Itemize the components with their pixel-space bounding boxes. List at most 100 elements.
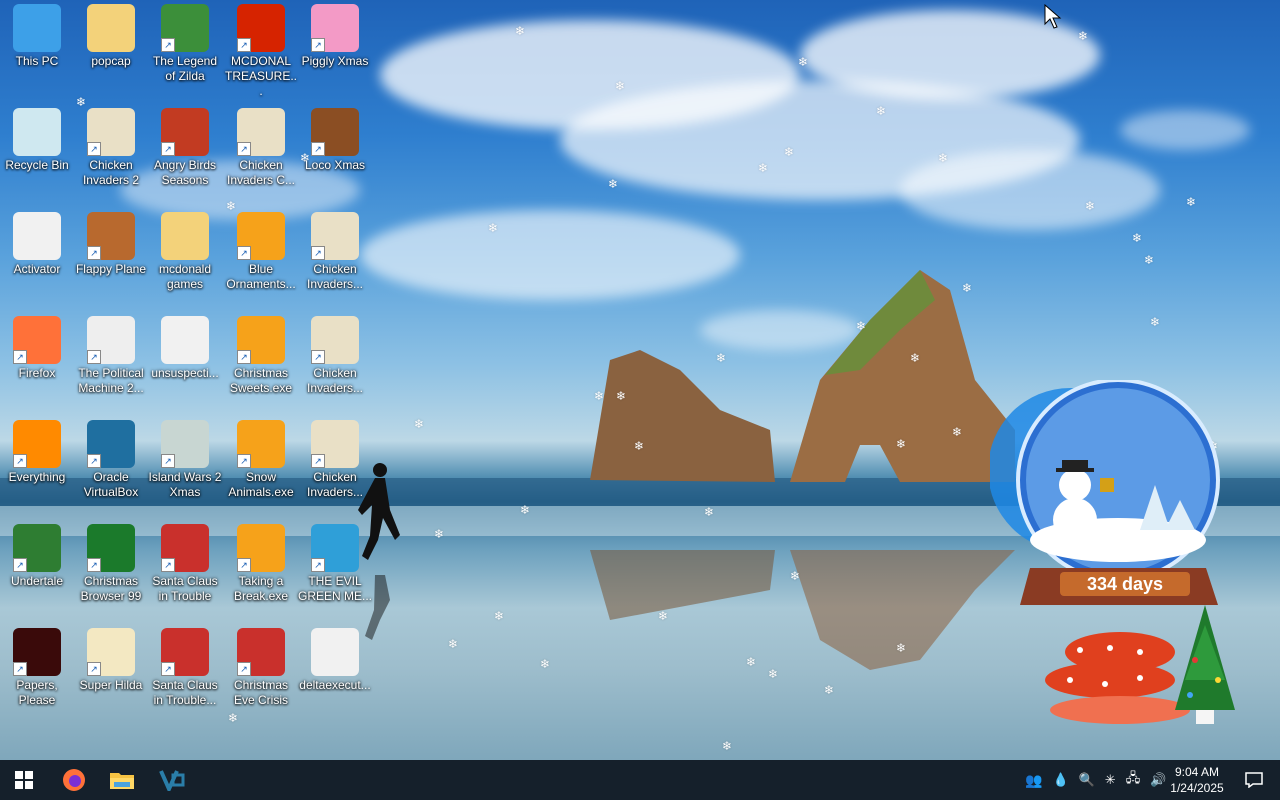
taskbar-clock[interactable]: 9:04 AM 1/24/2025 xyxy=(1166,764,1228,796)
desktop-icon[interactable]: ↗ Christmas Browser 99 xyxy=(74,524,148,604)
desktop-icon[interactable]: Activator xyxy=(0,212,74,277)
water-drop-icon[interactable]: 💧 xyxy=(1052,772,1068,788)
start-button[interactable] xyxy=(0,760,48,800)
shortcut-arrow-icon: ↗ xyxy=(237,38,251,52)
undertale-icon: ↗ xyxy=(13,524,61,572)
desktop-icon[interactable]: ↗ Chicken Invaders... xyxy=(298,212,372,292)
desktop-icon[interactable]: ↗ Chicken Invaders C... xyxy=(224,108,298,188)
desktop-icon[interactable]: unsuspecti... xyxy=(148,316,222,381)
desktop-icon-label: Super Hilda xyxy=(79,678,143,692)
shortcut-arrow-icon: ↗ xyxy=(161,558,175,572)
desktop-icon[interactable]: This PC xyxy=(0,4,74,69)
desktop-icon[interactable]: deltaexecut... xyxy=(298,628,372,693)
virtualbox-icon xyxy=(159,770,185,791)
desktop-icon[interactable]: ↗ Flappy Plane xyxy=(74,212,148,277)
days-counter: 334 days xyxy=(1087,574,1163,594)
shortcut-arrow-icon: ↗ xyxy=(13,350,27,364)
desktop-icon-label: Santa Claus in Trouble xyxy=(152,574,218,603)
desktop-icon[interactable]: ↗ Loco Xmas xyxy=(298,108,372,173)
desktop-icon[interactable]: ↗ The Legend of Zilda xyxy=(148,4,222,84)
desktop-icon[interactable]: ↗ Oracle VirtualBox xyxy=(74,420,148,500)
desktop-icon[interactable]: ↗ Papers, Please xyxy=(0,628,74,708)
shortcut-arrow-icon: ↗ xyxy=(237,558,251,572)
firefox-taskbar-button[interactable] xyxy=(50,760,98,800)
desktop-icon-label: The Political Machine 2... xyxy=(78,366,144,395)
notifications-button[interactable] xyxy=(1230,760,1278,800)
shortcut-arrow-icon: ↗ xyxy=(237,662,251,676)
file-explorer-button[interactable] xyxy=(98,760,146,800)
sea-rocks xyxy=(590,270,1015,670)
desktop-icon[interactable]: Recycle Bin xyxy=(0,108,74,173)
desktop-icon[interactable]: ↗ Santa Claus in Trouble xyxy=(148,524,222,604)
shortcut-arrow-icon: ↗ xyxy=(311,38,325,52)
chicken-icon: ↗ xyxy=(311,212,359,260)
desktop-icon[interactable]: ↗ Undertale xyxy=(0,524,74,589)
desktop-icon-label: Oracle VirtualBox xyxy=(83,470,139,499)
desktop-icon[interactable]: ↗ Chicken Invaders 2 xyxy=(74,108,148,188)
desktop-icon[interactable]: ↗ Snow Animals.exe xyxy=(224,420,298,500)
snow-globe-graphic: 334 days xyxy=(988,378,1235,724)
desktop-icon-label: The Legend of Zilda xyxy=(152,54,218,83)
gift-icon: ↗ xyxy=(237,524,285,572)
virtualbox-taskbar-button[interactable] xyxy=(148,760,196,800)
desktop-icon[interactable]: ↗ Angry Birds Seasons xyxy=(148,108,222,188)
desktop-icon[interactable]: ↗ Santa Claus in Trouble... xyxy=(148,628,222,708)
angry-bird-icon: ↗ xyxy=(161,108,209,156)
island-icon: ↗ xyxy=(161,420,209,468)
desktop-icon[interactable]: ↗ Island Wars 2 Xmas xyxy=(148,420,222,500)
desktop-icon-label: Island Wars 2 Xmas xyxy=(148,470,222,499)
desktop-icon-label: Chicken Invaders... xyxy=(306,366,364,395)
desktop-icon[interactable]: ↗ Chicken Invaders... xyxy=(298,316,372,396)
desktop-icon[interactable]: ↗ Taking a Break.exe xyxy=(224,524,298,604)
everything-search-icon[interactable]: 🔍 xyxy=(1079,772,1095,788)
desktop-icon-label: Piggly Xmas xyxy=(301,54,369,68)
santa-icon: ↗ xyxy=(161,628,209,676)
gift-icon: ↗ xyxy=(237,420,285,468)
shortcut-arrow-icon: ↗ xyxy=(311,350,325,364)
santa-icon: ↗ xyxy=(161,524,209,572)
pig-icon: ↗ xyxy=(311,4,359,52)
desktop-icon-label: Firefox xyxy=(18,366,56,380)
plane-icon: ↗ xyxy=(87,212,135,260)
mouse-cursor-icon xyxy=(1044,4,1062,29)
desktop-icon[interactable]: ↗ Christmas Eve Crisis xyxy=(224,628,298,708)
desktop-icon[interactable]: mcdonald games xyxy=(148,212,222,292)
desktop-icon[interactable]: popcap xyxy=(74,4,148,69)
gift-icon: ↗ xyxy=(237,316,285,364)
shortcut-arrow-icon: ↗ xyxy=(87,454,101,468)
snowflake-tray-icon[interactable]: ✳ xyxy=(1105,772,1116,788)
desktop-icon[interactable]: ↗ THE EVIL GREEN ME... xyxy=(298,524,372,604)
shortcut-arrow-icon: ↗ xyxy=(311,454,325,468)
network-icon[interactable]: 🖧 xyxy=(1126,769,1141,791)
papers-please-icon: ↗ xyxy=(13,628,61,676)
desktop-icon[interactable]: ↗ Chicken Invaders... xyxy=(298,420,372,500)
desktop-icon-label: Blue Ornaments... xyxy=(226,262,296,291)
desktop-icon[interactable]: ↗ Piggly Xmas xyxy=(298,4,372,69)
network-people-icon[interactable]: 👥 xyxy=(1025,772,1042,789)
snow-globe-widget[interactable]: 334 days xyxy=(988,378,1270,750)
desktop-icon-label: Christmas Browser 99 xyxy=(80,574,142,603)
shortcut-arrow-icon: ↗ xyxy=(161,142,175,156)
desktop-icon-label: Loco Xmas xyxy=(304,158,366,172)
desktop-icon[interactable]: ↗ Blue Ornaments... xyxy=(224,212,298,292)
desktop-icon[interactable]: ↗ The Political Machine 2... xyxy=(74,316,148,396)
desktop-icon-label: Activator xyxy=(13,262,61,276)
shortcut-arrow-icon: ↗ xyxy=(311,558,325,572)
desktop-icon-label: Chicken Invaders 2 xyxy=(82,158,140,187)
shortcut-arrow-icon: ↗ xyxy=(161,38,175,52)
volume-icon[interactable]: 🔊 xyxy=(1150,772,1166,788)
desktop-icon[interactable]: ↗ Christmas Sweets.exe xyxy=(224,316,298,396)
desktop-icon-label: deltaexecut... xyxy=(299,678,371,692)
shortcut-arrow-icon: ↗ xyxy=(237,246,251,260)
game-icon: ↗ xyxy=(161,4,209,52)
desktop-icon[interactable]: ↗ Everything xyxy=(0,420,74,485)
desktop-icon-label: mcdonald games xyxy=(158,262,212,291)
shortcut-arrow-icon: ↗ xyxy=(237,350,251,364)
desktop-icon[interactable]: ↗ Super Hilda xyxy=(74,628,148,693)
firefox-icon: ↗ xyxy=(13,316,61,364)
desktop-icon[interactable]: ↗ Firefox xyxy=(0,316,74,381)
desktop-icon[interactable]: ↗ MCDONAL TREASURE... xyxy=(224,4,298,99)
santa-icon: ↗ xyxy=(237,628,285,676)
shortcut-arrow-icon: ↗ xyxy=(311,142,325,156)
desktop-icon-label: Chicken Invaders... xyxy=(306,470,364,499)
